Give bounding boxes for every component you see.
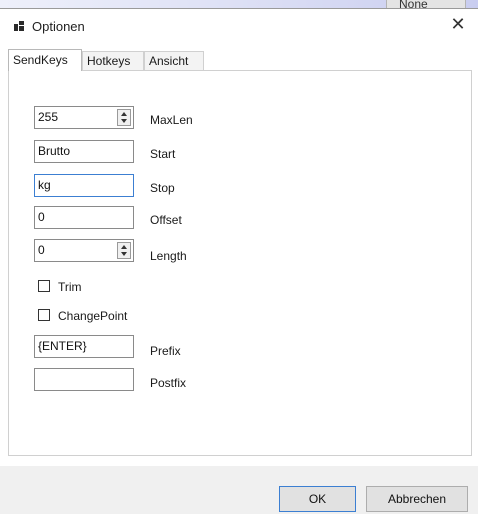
start-label: Start [150,147,176,161]
offset-label: Offset [150,213,182,227]
postfix-input[interactable] [34,368,134,391]
title-bar: Optionen ✕ [0,9,478,43]
close-icon[interactable]: ✕ [438,9,478,39]
stop-label: Stop [150,181,175,195]
changepoint-checkbox[interactable] [38,309,50,321]
start-input[interactable]: Brutto [34,140,134,163]
trim-checkbox[interactable] [38,280,50,292]
length-label: Length [150,249,187,263]
postfix-label: Postfix [150,376,187,390]
tab-ansicht[interactable]: Ansicht [144,51,204,70]
dialog-footer: OK Abbrechen [0,466,478,514]
trim-label[interactable]: Trim [58,280,82,294]
maxlen-stepper[interactable]: 255 [34,106,134,129]
spinner-arrows-icon[interactable] [117,109,131,126]
maxlen-value: 255 [38,110,59,124]
tab-hotkeys[interactable]: Hotkeys [82,51,144,70]
prefix-input[interactable]: {ENTER} [34,335,134,358]
prefix-label: Prefix [150,344,181,358]
options-dialog: Optionen ✕ SendKeys Hotkeys Ansicht 255 … [0,8,478,514]
dialog-title: Optionen [32,19,85,34]
cancel-button[interactable]: Abbrechen [366,486,468,512]
changepoint-label[interactable]: ChangePoint [58,309,127,323]
ok-button[interactable]: OK [279,486,356,512]
maxlen-label: MaxLen [150,113,193,127]
offset-input[interactable]: 0 [34,206,134,229]
length-value: 0 [38,243,45,257]
stop-input[interactable]: kg [34,174,134,197]
window-app-icon [14,21,24,31]
length-stepper[interactable]: 0 [34,239,134,262]
spinner-arrows-icon[interactable] [117,242,131,259]
tab-sendkeys[interactable]: SendKeys [8,49,82,71]
